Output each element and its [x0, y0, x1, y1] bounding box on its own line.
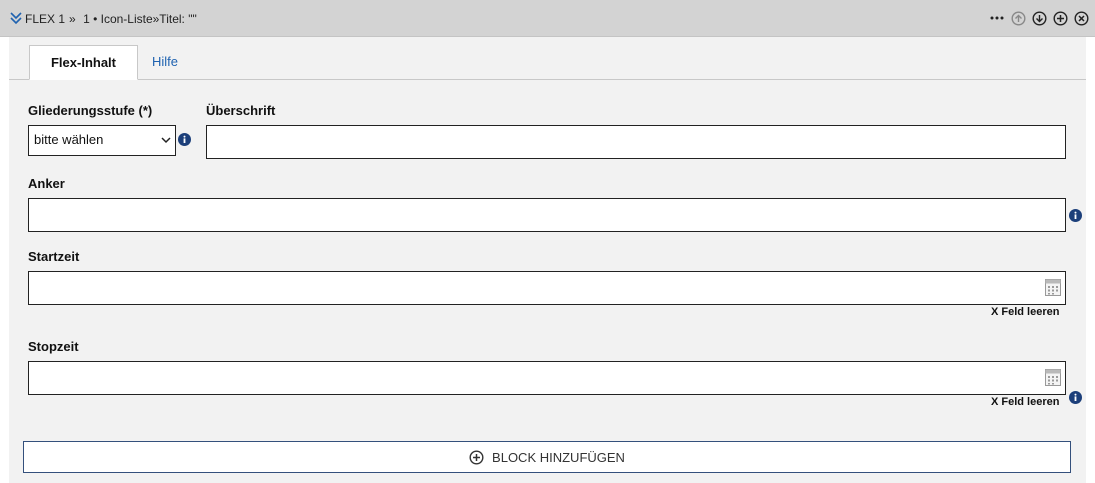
calendar-icon[interactable] — [1045, 279, 1061, 296]
chevron-down-icon — [161, 137, 171, 144]
ueberschrift-label: Überschrift — [206, 103, 276, 118]
stopzeit-input[interactable] — [28, 361, 1066, 395]
info-icon[interactable] — [1069, 391, 1082, 404]
tab-hilfe[interactable]: Hilfe — [152, 45, 178, 80]
panel-title: FLEX 1» 1 • Icon-Liste»Titel: "" — [25, 12, 197, 26]
chevrons-down-icon[interactable] — [10, 11, 22, 25]
startzeit-clear-link[interactable]: X Feld leeren — [991, 306, 1059, 318]
anker-label: Anker — [28, 176, 65, 191]
stopzeit-label: Stopzeit — [28, 339, 79, 354]
info-icon[interactable] — [1069, 209, 1082, 222]
ueberschrift-input[interactable] — [206, 125, 1066, 159]
flex-subtitle: 1 • Icon-Liste»Titel: "" — [83, 12, 197, 26]
tab-flex-inhalt[interactable]: Flex-Inhalt — [29, 45, 138, 80]
flex-content: Flex-Inhalt Hilfe Gliederungsstufe (*) b… — [9, 37, 1086, 483]
panel-header: FLEX 1» 1 • Icon-Liste»Titel: "" — [0, 0, 1095, 37]
add-circle-icon[interactable] — [1052, 10, 1068, 26]
close-circle-icon[interactable] — [1073, 10, 1089, 26]
gliederung-value: bitte wählen — [34, 132, 104, 147]
more-dots-icon[interactable] — [989, 10, 1005, 26]
startzeit-label: Startzeit — [28, 249, 80, 264]
add-circle-icon — [469, 449, 484, 465]
calendar-icon[interactable] — [1045, 369, 1061, 386]
title-separator: » — [69, 12, 76, 26]
header-actions — [989, 10, 1089, 26]
add-block-label: BLOCK HINZUFÜGEN — [492, 449, 625, 465]
anker-input[interactable] — [28, 198, 1066, 232]
startzeit-input[interactable] — [28, 271, 1066, 305]
stopzeit-clear-link[interactable]: X Feld leeren — [991, 396, 1059, 408]
flex-title: FLEX 1 — [25, 12, 66, 26]
move-up-icon[interactable] — [1010, 10, 1026, 26]
add-block-button[interactable]: BLOCK HINZUFÜGEN — [23, 441, 1071, 473]
move-down-icon[interactable] — [1031, 10, 1047, 26]
gliederung-select[interactable]: bitte wählen — [28, 125, 176, 156]
gliederung-label: Gliederungsstufe (*) — [28, 103, 153, 118]
info-icon[interactable] — [178, 133, 191, 146]
